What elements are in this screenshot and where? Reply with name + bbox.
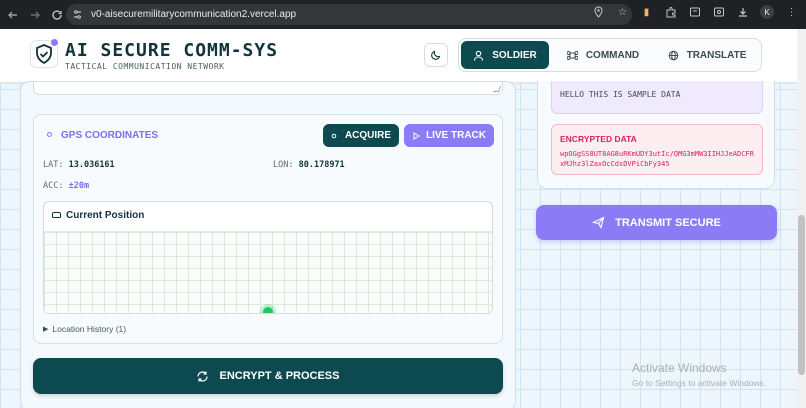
browser-toolbar: v0-aisecuremilitarycommunication2.vercel… (0, 0, 806, 29)
acquire-button[interactable]: ACQUIRE (323, 124, 399, 147)
forward-icon[interactable] (26, 6, 44, 24)
tab-soldier[interactable]: SOLDIER (461, 41, 549, 69)
menu-dots-icon[interactable]: ⋮ (785, 6, 798, 19)
reload-icon[interactable] (48, 6, 66, 24)
tab-command-label: COMMAND (585, 49, 640, 61)
windows-activation-watermark: Activate Windows Go to Settings to activ… (632, 361, 766, 388)
map-header: Current Position (44, 202, 492, 229)
translate-page-icon[interactable] (712, 6, 725, 19)
app-tagline: TACTICAL COMMUNICATION NETWORK (65, 62, 225, 71)
profile-avatar[interactable]: K (760, 5, 774, 19)
live-track-button[interactable]: LIVE TRACK (404, 124, 494, 147)
app-title: AI SECURE COMM-SYS (65, 40, 279, 61)
location-history-label: Location History (1) (52, 324, 127, 334)
role-tabs: SOLDIER COMMAND TRANSLATE (458, 38, 762, 72)
command-icon (566, 50, 578, 60)
address-bar[interactable]: v0-aisecuremilitarycommunication2.vercel… (66, 4, 632, 25)
lat-label: LAT: (43, 160, 64, 170)
puzzle-icon[interactable] (664, 6, 677, 19)
plaintext-value: HELLO THIS IS SAMPLE DATA (560, 90, 681, 99)
acc-value: ±20m (68, 181, 90, 191)
tab-translate[interactable]: TRANSLATE (657, 41, 757, 69)
url-text: v0-aisecuremilitarycommunication2.vercel… (91, 9, 297, 20)
status-dot (51, 39, 58, 46)
back-icon[interactable] (4, 6, 22, 24)
gps-card: GPS COORDINATES ACQUIRE LIVE TRACK LAT: … (33, 114, 503, 344)
tab-soldier-label: SOLDIER (492, 49, 537, 61)
crosshair-icon (331, 133, 337, 138)
caret-right-icon: ▶ (43, 326, 49, 333)
message-preview-panel: HELLO THIS IS SAMPLE DATA ENCRYPTED DATA… (537, 81, 775, 189)
download-icon[interactable] (736, 6, 749, 19)
scrollbar-thumb[interactable] (798, 215, 805, 375)
site-info-icon[interactable] (72, 9, 83, 20)
gps-dot-icon (47, 132, 52, 137)
extension-icon[interactable]: ▮ (640, 6, 653, 19)
theme-toggle-button[interactable] (424, 43, 448, 67)
page-scrollbar[interactable] (797, 29, 806, 408)
accuracy-readout: ACC: ±20m (43, 181, 89, 191)
send-icon (592, 216, 605, 229)
current-position-map: Current Position (43, 201, 493, 314)
user-icon (474, 50, 484, 61)
resize-handle[interactable] (492, 86, 502, 92)
transmit-secure-button[interactable]: TRANSMIT SECURE (536, 205, 777, 240)
message-textarea[interactable] (33, 82, 503, 95)
tab-command[interactable]: COMMAND (549, 41, 657, 69)
location-history-toggle[interactable]: ▶ Location History (1) (43, 324, 126, 334)
watermark-line2: Go to Settings to activate Windows. (632, 378, 767, 388)
refresh-icon (197, 370, 209, 382)
encrypted-title: ENCRYPTED DATA (560, 134, 637, 144)
lat-value: 13.036161 (68, 160, 115, 170)
page-content: AI SECURE COMM-SYS TACTICAL COMMUNICATIO… (0, 29, 797, 408)
transmit-label: TRANSMIT SECURE (615, 216, 721, 229)
longitude-readout: LON: 80.178971 (273, 160, 345, 170)
globe-icon (668, 50, 678, 60)
encrypt-label: ENCRYPT & PROCESS (219, 370, 340, 382)
plaintext-box: HELLO THIS IS SAMPLE DATA (551, 81, 763, 114)
encrypted-value: wpOGgSS8UT8AG8uRKmUDY3utIc/QMG3mMW3IIHJJ… (560, 150, 754, 168)
encrypted-data-box: ENCRYPTED DATA wpOGgSS8UT8AG8uRKmUDY3utI… (551, 124, 763, 175)
acc-label: ACC: (43, 181, 64, 191)
map-title: Current Position (66, 210, 145, 221)
soldier-panel: GPS COORDINATES ACQUIRE LIVE TRACK LAT: … (20, 81, 516, 408)
gps-title: GPS COORDINATES (61, 130, 159, 141)
latitude-readout: LAT: 13.036161 (43, 160, 115, 170)
play-icon (413, 131, 420, 140)
vehicle-icon (52, 212, 61, 218)
location-icon[interactable] (592, 6, 605, 19)
live-track-label: LIVE TRACK (426, 130, 486, 141)
moon-icon (431, 50, 441, 60)
encrypt-process-button[interactable]: ENCRYPT & PROCESS (33, 358, 503, 394)
tab-search-icon[interactable] (688, 6, 701, 19)
map-canvas[interactable] (44, 231, 492, 313)
watermark-line1: Activate Windows (632, 361, 727, 375)
tab-translate-label: TRANSLATE (686, 49, 747, 61)
position-marker[interactable] (263, 307, 273, 313)
bookmark-star-icon[interactable]: ☆ (616, 6, 629, 19)
app-header: AI SECURE COMM-SYS TACTICAL COMMUNICATIO… (0, 29, 797, 83)
lon-value: 80.178971 (298, 160, 345, 170)
lon-label: LON: (273, 160, 294, 170)
acquire-label: ACQUIRE (344, 130, 392, 141)
